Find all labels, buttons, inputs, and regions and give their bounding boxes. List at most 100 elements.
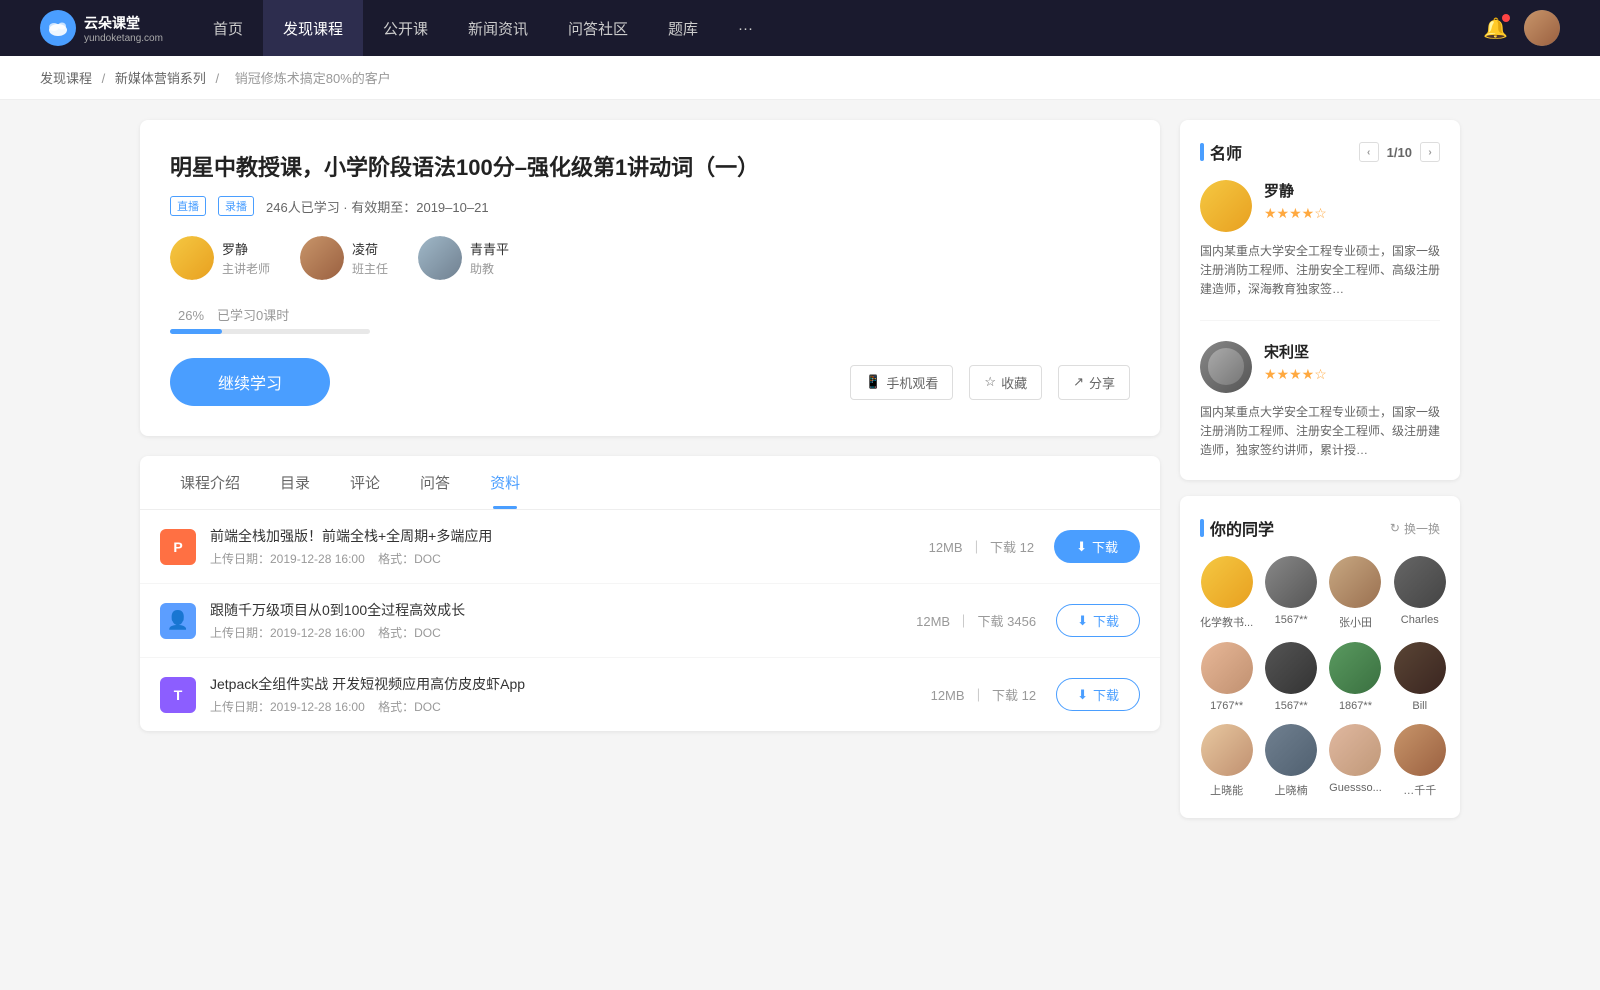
refresh-classmates-button[interactable]: ↻ 换一换: [1390, 520, 1440, 537]
download-button-2[interactable]: ⬇ 下载: [1056, 604, 1140, 637]
classmate-6[interactable]: 1567**: [1265, 642, 1317, 712]
classmate-12[interactable]: …千千: [1394, 724, 1446, 798]
tab-intro[interactable]: 课程介绍: [160, 456, 260, 509]
share-button[interactable]: ↗ 分享: [1058, 365, 1130, 400]
file-icon-1: P: [160, 529, 196, 565]
tab-catalog[interactable]: 目录: [260, 456, 330, 509]
file-meta-2: 上传日期：2019-12-28 16:00 格式：DOC: [210, 624, 916, 641]
classmate-10-avatar: [1265, 724, 1317, 776]
tabs-header: 课程介绍 目录 评论 问答 资料: [140, 456, 1160, 510]
badge-record: 录播: [218, 196, 254, 216]
logo-icon: [40, 10, 76, 46]
classmate-8[interactable]: Bill: [1394, 642, 1446, 712]
file-stats-3: 12MB ｜ 下载 12: [931, 685, 1036, 704]
classmate-5[interactable]: 1767**: [1200, 642, 1253, 712]
classmate-11-name: Guessso...: [1329, 782, 1382, 794]
nav-item-···[interactable]: ···: [718, 0, 773, 56]
nav-right: 🔔: [1483, 10, 1560, 46]
classmates-label: 你的同学: [1210, 516, 1274, 540]
classmate-12-name: …千千: [1403, 782, 1436, 798]
progress-percent: 26% 已学习0课时: [170, 304, 1130, 325]
breadcrumb-link-2[interactable]: 新媒体营销系列: [115, 71, 206, 86]
classmate-8-name: Bill: [1412, 700, 1427, 712]
breadcrumb-sep-1: /: [102, 71, 109, 86]
notification-bell[interactable]: 🔔: [1483, 16, 1508, 41]
classmate-8-avatar: [1394, 642, 1446, 694]
nav-item-题库[interactable]: 题库: [648, 0, 718, 56]
teacher-3: 青青平 助教: [418, 236, 509, 280]
teacher-prev-button[interactable]: ‹: [1359, 142, 1379, 162]
nav-item-问答社区[interactable]: 问答社区: [548, 0, 648, 56]
logo-sub-text: yundoketang.com: [84, 33, 163, 44]
teachers-row: 罗静 主讲老师 凌荷 班主任: [170, 236, 1130, 280]
mobile-watch-button[interactable]: 📱 手机观看: [850, 365, 953, 400]
file-name-2: 跟随千万级项目从0到100全过程高效成长: [210, 600, 916, 620]
classmate-9[interactable]: 上晓能: [1200, 724, 1253, 798]
teacher-1: 罗静 主讲老师: [170, 236, 270, 280]
classmate-11-avatar: [1329, 724, 1381, 776]
nav-item-公开课[interactable]: 公开课: [363, 0, 448, 56]
teacher-page-info: 1/10: [1387, 145, 1412, 160]
breadcrumb: 发现课程 / 新媒体营销系列 / 销冠修炼术搞定80%的客户: [0, 56, 1600, 100]
classmate-10[interactable]: 上晓楠: [1265, 724, 1317, 798]
nav-item-新闻资讯[interactable]: 新闻资讯: [448, 0, 548, 56]
classmate-3-name: 张小田: [1339, 614, 1372, 630]
course-stats: 246人已学习 · 有效期至：2019–10–21: [266, 197, 489, 216]
teacher-panel-title: 名师 ‹ 1/10 ›: [1200, 140, 1440, 164]
collect-button[interactable]: ☆ 收藏: [969, 365, 1042, 400]
classmate-2[interactable]: 1567**: [1265, 556, 1317, 630]
logo[interactable]: 云朵课堂 yundoketang.com: [40, 10, 163, 46]
nav-item-首页[interactable]: 首页: [193, 0, 263, 56]
classmate-1[interactable]: 化学教书...: [1200, 556, 1253, 630]
classmate-5-name: 1767**: [1210, 700, 1243, 712]
tab-review[interactable]: 评论: [330, 456, 400, 509]
classmate-11[interactable]: Guessso...: [1329, 724, 1382, 798]
classmates-title: 你的同学 ↻ 换一换: [1200, 516, 1440, 540]
file-info-1: 前端全栈加强版！前端全栈+全周期+多端应用 上传日期：2019-12-28 16…: [210, 526, 929, 567]
classmate-1-name: 化学教书...: [1200, 614, 1253, 630]
classmate-7[interactable]: 1867**: [1329, 642, 1382, 712]
action-buttons: 📱 手机观看 ☆ 收藏 ↗ 分享: [850, 365, 1130, 400]
breadcrumb-link-1[interactable]: 发现课程: [40, 71, 92, 86]
download-icon-2: ⬇: [1077, 613, 1088, 629]
badge-live: 直播: [170, 196, 206, 216]
progress-bar-fill: [170, 329, 222, 334]
teacher-right-1-info: 罗静 ★★★★☆: [1264, 180, 1327, 222]
teacher-right-2-desc: 国内某重点大学安全工程专业硕士，国家一级注册消防工程师、注册安全工程师、级注册建…: [1200, 403, 1440, 461]
classmate-12-avatar: [1394, 724, 1446, 776]
file-stats-1: 12MB ｜ 下载 12: [929, 537, 1034, 556]
share-label: 分享: [1089, 373, 1115, 392]
course-title: 明星中教授课，小学阶段语法100分–强化级第1讲动词（一）: [170, 150, 1130, 182]
classmate-4-avatar: [1394, 556, 1446, 608]
teacher-panel: 名师 ‹ 1/10 › 罗静 ★★★★☆: [1180, 120, 1460, 480]
file-stats-2: 12MB ｜ 下载 3456: [916, 611, 1036, 630]
teacher-page-nav: ‹ 1/10 ›: [1359, 142, 1440, 162]
classmate-3[interactable]: 张小田: [1329, 556, 1382, 630]
course-meta: 直播 录播 246人已学习 · 有效期至：2019–10–21: [170, 196, 1130, 216]
file-item-1: P 前端全栈加强版！前端全栈+全周期+多端应用 上传日期：2019-12-28 …: [140, 510, 1160, 584]
teacher-next-button[interactable]: ›: [1420, 142, 1440, 162]
nav-item-发现课程[interactable]: 发现课程: [263, 0, 363, 56]
teacher-right-1-name: 罗静: [1264, 180, 1327, 201]
download-button-3[interactable]: ⬇ 下载: [1056, 678, 1140, 711]
refresh-icon: ↻: [1390, 521, 1400, 535]
classmate-2-avatar: [1265, 556, 1317, 608]
classmate-4[interactable]: Charles: [1394, 556, 1446, 630]
mobile-label: 手机观看: [886, 373, 938, 392]
tab-qa[interactable]: 问答: [400, 456, 470, 509]
course-card: 明星中教授课，小学阶段语法100分–强化级第1讲动词（一） 直播 录播 246人…: [140, 120, 1160, 436]
logo-main-text: 云朵课堂: [84, 13, 163, 33]
logo-text-block: 云朵课堂 yundoketang.com: [84, 13, 163, 44]
classmate-7-avatar: [1329, 642, 1381, 694]
user-avatar-nav[interactable]: [1524, 10, 1560, 46]
download-button-1[interactable]: ⬇ 下载: [1054, 530, 1140, 563]
download-icon-3: ⬇: [1077, 687, 1088, 703]
file-item-3: T Jetpack全组件实战 开发短视频应用高仿皮皮虾App 上传日期：2019…: [140, 658, 1160, 731]
file-name-3: Jetpack全组件实战 开发短视频应用高仿皮皮虾App: [210, 674, 931, 694]
tab-resources[interactable]: 资料: [470, 456, 540, 509]
teacher-page-total: 10: [1398, 145, 1412, 160]
teacher-right-2-info: 宋利坚 ★★★★☆: [1264, 341, 1327, 383]
file-icon-2: 👤: [160, 603, 196, 639]
refresh-label: 换一换: [1404, 520, 1440, 537]
continue-study-button[interactable]: 继续学习: [170, 358, 330, 406]
